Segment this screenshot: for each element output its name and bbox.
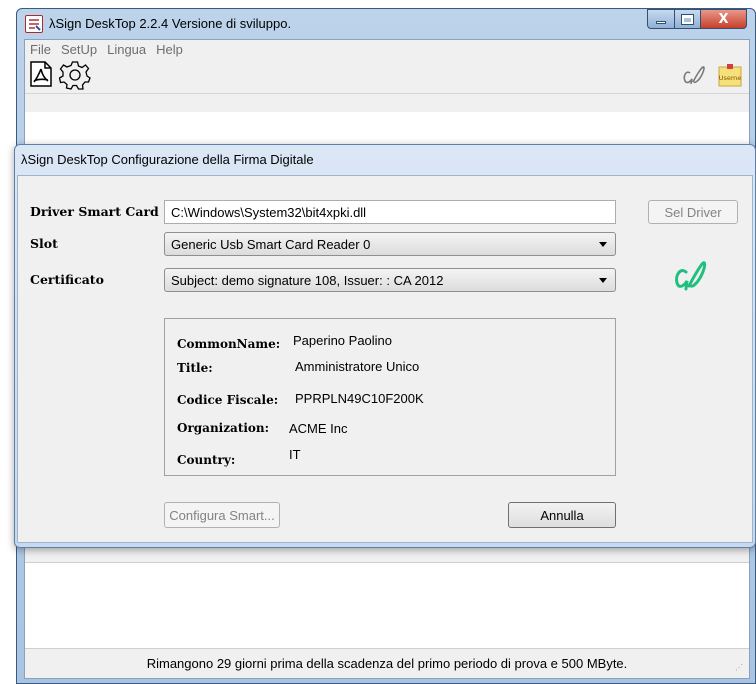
menu-file[interactable]: File xyxy=(25,42,56,57)
document-area-lower[interactable] xyxy=(25,562,749,648)
configura-smart-button[interactable]: Configura Smart... xyxy=(164,502,280,528)
title-value: Amministratore Unico xyxy=(295,359,420,374)
organization-label: Organization: xyxy=(177,421,270,435)
organization-value: ACME Inc xyxy=(289,421,348,436)
close-icon: X xyxy=(718,11,729,27)
config-dialog: λSign DeskTop Configurazione della Firma… xyxy=(14,144,756,548)
slot-selected-value: Generic Usb Smart Card Reader 0 xyxy=(171,237,371,252)
menu-setup[interactable]: SetUp xyxy=(56,42,102,57)
certificate-info-panel: CommonName: Paperino Paolino Title: Ammi… xyxy=(164,318,616,476)
status-text: Rimangono 29 giorni prima della scadenza… xyxy=(146,656,628,671)
slot-dropdown[interactable]: Generic Usb Smart Card Reader 0 xyxy=(164,232,616,256)
fiscal-code-value: PPRPLN49C10F200K xyxy=(295,391,424,406)
driver-label: Driver Smart Card xyxy=(30,204,159,219)
country-label: Country: xyxy=(177,453,236,467)
certificate-selected-value: Subject: demo signature 108, Issuer: : C… xyxy=(171,273,444,288)
close-button[interactable]: X xyxy=(701,9,747,29)
pdf-icon[interactable] xyxy=(28,60,54,91)
menu-lingua[interactable]: Lingua xyxy=(102,42,151,57)
certificate-label: Certificato xyxy=(30,272,104,287)
dialog-title: λSign DeskTop Configurazione della Firma… xyxy=(21,152,314,167)
common-name-label: CommonName: xyxy=(177,337,281,351)
title-label: Title: xyxy=(177,361,213,375)
minimize-icon xyxy=(656,20,666,24)
country-value: IT xyxy=(289,447,301,462)
fiscal-code-label: Codice Fiscale: xyxy=(177,393,279,407)
minimize-button[interactable] xyxy=(647,9,675,29)
dialog-body: Driver Smart Card C:\Windows\System32\bi… xyxy=(17,175,753,543)
sticky-note-icon[interactable]: Useme xyxy=(717,64,743,91)
chevron-down-icon xyxy=(599,242,607,247)
menu-help[interactable]: Help xyxy=(151,42,188,57)
driver-path-field[interactable]: C:\Windows\System32\bit4xpki.dll xyxy=(164,200,616,224)
menu-bar: File SetUp Lingua Help xyxy=(25,40,749,58)
annulla-button[interactable]: Annulla xyxy=(508,502,616,528)
toolbar: Useme xyxy=(25,58,749,94)
certificate-dropdown[interactable]: Subject: demo signature 108, Issuer: : C… xyxy=(164,268,616,292)
chevron-down-icon xyxy=(599,278,607,283)
title-bar[interactable]: λSign DeskTop 2.2.4 Versione di sviluppo… xyxy=(17,9,755,39)
resize-grip-icon[interactable]: ⋰ xyxy=(735,663,743,672)
signature-icon[interactable] xyxy=(681,64,711,91)
common-name-value: Paperino Paolino xyxy=(293,333,393,348)
slot-label: Slot xyxy=(30,236,58,251)
signature-logo-icon xyxy=(672,258,716,299)
window-title: λSign DeskTop 2.2.4 Versione di sviluppo… xyxy=(49,16,292,31)
app-icon xyxy=(25,15,43,33)
gear-icon[interactable] xyxy=(58,60,91,93)
maximize-button[interactable] xyxy=(675,9,701,29)
sel-driver-button[interactable]: Sel Driver xyxy=(648,200,738,224)
status-bar: Rimangono 29 giorni prima della scadenza… xyxy=(25,648,749,678)
svg-text:Useme: Useme xyxy=(719,74,741,82)
maximize-icon xyxy=(681,13,694,25)
